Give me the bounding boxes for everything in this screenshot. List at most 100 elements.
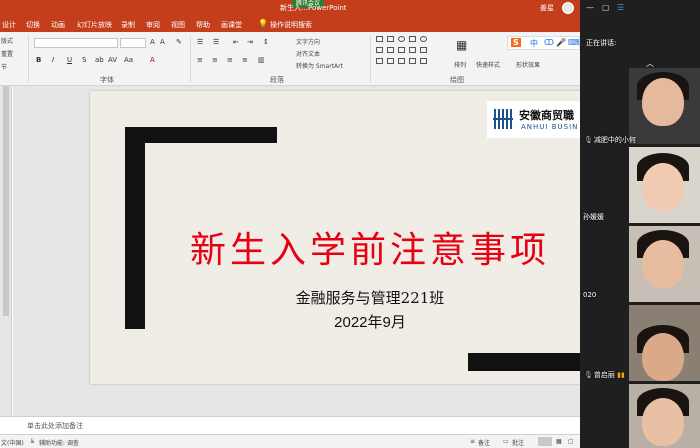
- thumbnail-scrollbar[interactable]: [3, 86, 9, 316]
- arrange-button[interactable]: 排列: [454, 60, 466, 69]
- font-color-button[interactable]: A: [150, 56, 155, 64]
- notes-placeholder[interactable]: 单击此处添加备注: [27, 421, 83, 431]
- participant-tile-2[interactable]: [629, 147, 700, 223]
- slide-canvas[interactable]: 安徽商贸職 ANHUI BUSIN 新生入学前注意事项 金融服务与管理221班 …: [90, 91, 580, 384]
- circle-shape-icon[interactable]: [420, 36, 427, 42]
- underline-button[interactable]: U: [67, 56, 72, 64]
- normal-view-button[interactable]: [538, 437, 552, 446]
- section-button[interactable]: 节: [1, 62, 7, 71]
- participant-face: [642, 163, 684, 211]
- grow-font-button[interactable]: A: [150, 38, 155, 46]
- tab-animations[interactable]: 动画: [51, 20, 65, 30]
- indent-icon[interactable]: ⇤: [233, 38, 239, 46]
- oval-shape-icon[interactable]: [398, 36, 405, 42]
- shapes-gallery[interactable]: [376, 36, 440, 70]
- italic-button[interactable]: I: [52, 56, 54, 64]
- arrow-shape-icon[interactable]: [398, 47, 405, 53]
- user-name[interactable]: 姜星: [540, 3, 554, 13]
- divider: [28, 36, 29, 82]
- align-center-icon[interactable]: ≡: [212, 56, 218, 64]
- curve-shape-icon[interactable]: [376, 58, 383, 64]
- brace-shape-icon[interactable]: [387, 58, 394, 64]
- callout-shape-icon[interactable]: [420, 58, 427, 64]
- decor-bar-horizontal-top: [125, 127, 277, 143]
- search-tell-me[interactable]: 操作说明搜索: [270, 20, 312, 30]
- font-group-label: 字体: [100, 76, 114, 84]
- line-spacing-icon[interactable]: ↕: [263, 38, 269, 46]
- line-shape-icon[interactable]: [387, 47, 394, 53]
- char-spacing-ab-button[interactable]: ab: [95, 56, 104, 64]
- comments-button[interactable]: 批注: [512, 438, 524, 447]
- slide-subtitle[interactable]: 金融服务与管理221班: [270, 287, 470, 308]
- tab-view[interactable]: 视图: [171, 20, 185, 30]
- notes-pane[interactable]: 单击此处添加备注: [0, 416, 580, 434]
- ime-toolbar[interactable]: S 中 ↀ 🎤 ⌨: [507, 36, 580, 50]
- align-left-icon[interactable]: ≡: [197, 56, 203, 64]
- quick-styles-button[interactable]: 快速样式: [476, 60, 500, 69]
- font-size-box[interactable]: [120, 38, 146, 48]
- reset-button[interactable]: 重置: [1, 49, 13, 58]
- grid-view-icon[interactable]: ▢: [602, 3, 610, 12]
- sougou-logo-icon[interactable]: S: [511, 38, 521, 47]
- align-text-button[interactable]: 对齐文本: [296, 49, 320, 58]
- participant-tile-5[interactable]: [629, 384, 700, 448]
- participant-tile-3[interactable]: [629, 226, 700, 302]
- decor-bar-horizontal-bottom: [468, 353, 580, 371]
- thumbnail-panel[interactable]: [0, 86, 12, 416]
- connector-shape-icon[interactable]: [409, 47, 416, 53]
- mic-icon: 🎙: [584, 136, 593, 144]
- ime-chinese-mode[interactable]: 中: [530, 38, 538, 49]
- numbering-icon[interactable]: ☰: [213, 38, 219, 46]
- justify-icon[interactable]: ≡: [242, 56, 248, 64]
- tab-transitions[interactable]: 切换: [26, 20, 40, 30]
- speaker-view-icon[interactable]: ☰: [617, 3, 624, 12]
- speaking-label: 正在讲话:: [586, 39, 617, 47]
- change-case-button[interactable]: Aa: [124, 56, 133, 64]
- tab-review[interactable]: 审阅: [146, 20, 160, 30]
- ime-keyboard-icon[interactable]: ⌨: [568, 38, 580, 47]
- rectangle-shape-icon[interactable]: [376, 36, 383, 42]
- bold-button[interactable]: B: [36, 56, 41, 64]
- outdent-icon[interactable]: ⇥: [247, 38, 253, 46]
- align-right-icon[interactable]: ≡: [227, 56, 233, 64]
- font-name-box[interactable]: [34, 38, 118, 48]
- tab-record[interactable]: 录制: [121, 20, 135, 30]
- square-shape-icon[interactable]: [409, 36, 416, 42]
- user-avatar[interactable]: [562, 2, 574, 14]
- participant-tile-4[interactable]: [629, 305, 700, 381]
- bullets-icon[interactable]: ☰: [197, 38, 203, 46]
- slide-title[interactable]: 新生入学前注意事项: [170, 221, 570, 273]
- columns-icon[interactable]: ▥: [258, 56, 265, 64]
- accessibility-status[interactable]: 辅助功能: 调查: [39, 438, 79, 447]
- slide-sorter-icon[interactable]: ▦: [556, 438, 562, 445]
- bracket-shape-icon[interactable]: [398, 58, 405, 64]
- tab-design[interactable]: 设计: [2, 20, 16, 30]
- notes-toggle-button[interactable]: 备注: [478, 438, 490, 447]
- pentagon-shape-icon[interactable]: [409, 58, 416, 64]
- text-direction-button[interactable]: 文字方向: [296, 37, 320, 46]
- textbox-shape-icon[interactable]: [387, 36, 394, 42]
- slide-date[interactable]: 2022年9月: [270, 311, 470, 332]
- triangle-shape-icon[interactable]: [376, 47, 383, 53]
- tab-huaketang[interactable]: 画课堂: [221, 20, 242, 30]
- minimize-icon[interactable]: —: [586, 3, 594, 12]
- tab-slideshow[interactable]: 幻灯片放映: [77, 20, 112, 30]
- shape-effects-button[interactable]: 形状效果: [516, 60, 540, 69]
- mic-icon: 🎙: [584, 371, 593, 379]
- divider: [370, 36, 371, 82]
- strikethrough-button[interactable]: S: [82, 56, 86, 64]
- participant-face: [642, 333, 684, 381]
- language-indicator[interactable]: 文(中国): [1, 438, 24, 447]
- participant-face: [642, 240, 684, 288]
- reading-view-icon[interactable]: ▢: [568, 438, 574, 445]
- layout-button[interactable]: 版式: [1, 36, 13, 45]
- star-shape-icon[interactable]: [420, 47, 427, 53]
- participant-tile-1[interactable]: [629, 68, 700, 144]
- shrink-font-button[interactable]: A: [160, 38, 165, 46]
- clear-format-icon[interactable]: ✎: [176, 38, 182, 46]
- ime-punct-icon[interactable]: ↀ: [544, 38, 554, 47]
- ime-voice-icon[interactable]: 🎤: [556, 38, 566, 47]
- smartart-button[interactable]: 转换为 SmartArt: [296, 61, 343, 70]
- tab-help[interactable]: 帮助: [196, 20, 210, 30]
- char-spacing-button[interactable]: AV: [108, 56, 117, 64]
